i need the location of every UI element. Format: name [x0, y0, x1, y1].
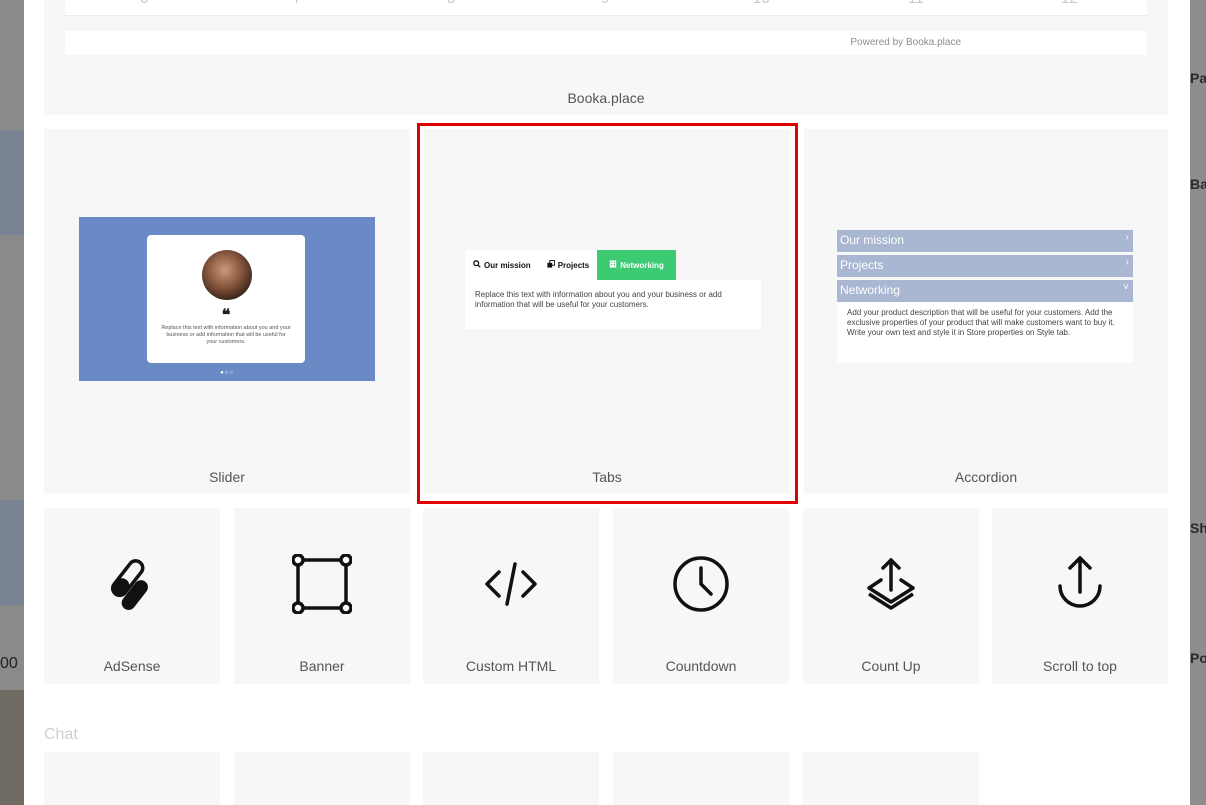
adsense-icon [110, 559, 148, 610]
chevron-right-icon: › [1125, 257, 1129, 268]
accordion-item: Our mission › [837, 230, 1133, 252]
widget-card-accordion[interactable]: Our mission › Projects › Networking ˅ Ad… [804, 129, 1168, 494]
booka-footer: Powered by Booka.place [65, 31, 1147, 55]
accordion-item-label: Our mission [840, 233, 905, 247]
background-panel [0, 500, 24, 605]
booka-calendar-preview: 6 7 8 9 10 11 12 [65, 0, 1147, 16]
code-icon [485, 562, 537, 606]
widget-label: Countdown [665, 658, 737, 674]
chevron-down-icon: ˅ [1123, 282, 1129, 293]
widget-label: Booka.place [567, 90, 645, 106]
widget-label: AdSense [103, 658, 161, 674]
widget-card-countdown[interactable]: Countdown [613, 508, 789, 684]
arrow-up-circle-icon [1058, 556, 1102, 608]
widget-picker-modal: 6 7 8 9 10 11 12 Powered by Booka.place … [24, 0, 1190, 805]
widget-card-booka[interactable]: 6 7 8 9 10 11 12 Powered by Booka.place … [44, 0, 1168, 115]
widget-card-banner[interactable]: Banner [234, 508, 410, 684]
calendar-day: 10 [753, 0, 770, 7]
background-app-right: Pa Ba Sh Po [1190, 0, 1206, 805]
widget-card-count-up[interactable]: Count Up [803, 508, 979, 684]
section-title-chat: Chat [44, 726, 78, 743]
background-image [0, 690, 24, 805]
widget-label: Accordion [954, 469, 1018, 485]
calendar-day: 12 [1061, 0, 1078, 7]
widget-label: Count Up [861, 658, 921, 674]
widget-label: Slider [209, 469, 245, 485]
accordion-item: Networking ˅ [837, 280, 1133, 302]
widget-card-custom-html[interactable]: Custom HTML [423, 508, 599, 684]
slider-dots: ●○○ [220, 370, 234, 376]
background-text-fragment: 00 [0, 655, 18, 672]
calendar-day: 11 [908, 0, 924, 7]
calendar-day: 6 [140, 0, 148, 7]
widget-card-chat[interactable] [803, 752, 979, 805]
background-app-left: 00 [0, 0, 24, 805]
widget-label: Custom HTML [465, 658, 557, 674]
quote-icon: ❝ [221, 305, 231, 324]
widget-card-slider[interactable]: ❝ Replace this text with information abo… [44, 129, 410, 494]
layers-up-icon [867, 558, 915, 610]
clock-icon [673, 556, 729, 612]
slider-preview: ❝ Replace this text with information abo… [79, 217, 375, 381]
calendar-day: 8 [447, 0, 455, 7]
chevron-right-icon: › [1125, 232, 1129, 243]
calendar-day: 7 [293, 0, 301, 7]
accordion-item-label: Projects [840, 258, 884, 272]
widget-card-chat[interactable] [613, 752, 789, 805]
background-text-fragment: Ba [1190, 176, 1206, 192]
slider-text: Replace this text with information about… [161, 325, 291, 345]
accordion-content: Add your product description that will b… [837, 302, 1133, 362]
accordion-preview: Our mission › Projects › Networking ˅ Ad… [837, 230, 1133, 362]
powered-by-text: Powered by Booka.place [850, 37, 961, 48]
widget-label: Banner [299, 658, 345, 674]
accordion-item-label: Networking [840, 283, 901, 297]
widget-card-chat[interactable] [423, 752, 599, 805]
calendar-day: 9 [601, 0, 609, 7]
background-panel [0, 130, 24, 235]
banner-frame-icon [292, 554, 352, 614]
background-text-fragment: Pa [1190, 70, 1206, 86]
avatar [202, 250, 252, 300]
widget-card-adsense[interactable]: AdSense [44, 508, 220, 684]
accordion-item: Projects › [837, 255, 1133, 277]
widget-card-chat[interactable] [234, 752, 410, 805]
background-text-fragment: Sh [1190, 520, 1206, 536]
widget-label: Scroll to top [1043, 658, 1117, 674]
widget-card-chat[interactable] [44, 752, 220, 805]
widget-card-scroll-to-top[interactable]: Scroll to top [992, 508, 1168, 684]
background-text-fragment: Po [1190, 650, 1206, 666]
selection-highlight [417, 123, 798, 504]
slider-testimonial-box: ❝ Replace this text with information abo… [147, 235, 305, 363]
